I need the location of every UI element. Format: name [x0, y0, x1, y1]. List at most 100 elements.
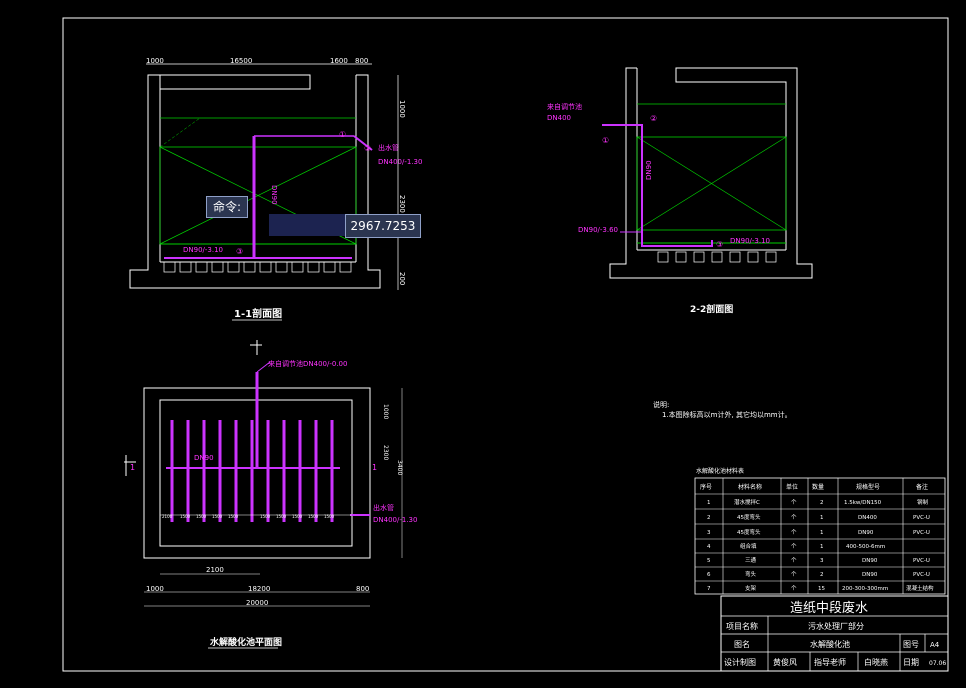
table-cell: 1 [707, 500, 711, 506]
designer-label: 设计制图 [724, 657, 756, 667]
table-cell: DN400 [858, 515, 877, 521]
low-pipe-label: DN90/-3.60 [578, 226, 618, 234]
table-cell: 1.5kw/DN150 [844, 500, 882, 506]
plan-spacing-8: 1500 [308, 514, 319, 519]
plan-section-mark-right: 1 [372, 463, 377, 472]
table-cell: 个 [791, 543, 797, 550]
plan-dim-total: 20000 [246, 599, 268, 607]
cad-drawing-canvas[interactable]: 1000 16500 1600 800 DN90 出水管 DN400/-1.30… [0, 0, 966, 688]
plan-outlet-spec: DN400/-1.30 [373, 516, 417, 524]
table-cell: 弯头 [745, 570, 757, 578]
date-label: 日期 [903, 658, 919, 667]
table-cell: 2 [820, 500, 824, 506]
table-cell: 6 [707, 572, 711, 578]
plan-spacing-4: 1500 [228, 514, 239, 519]
project-value: 污水处理厂部分 [808, 621, 864, 631]
th-1: 材料名称 [738, 483, 762, 491]
advisor-label: 指导老师 [814, 657, 846, 667]
table-cell: 个 [791, 571, 797, 578]
marker-3: ③ [236, 247, 243, 256]
command-prompt-label: 命令: [206, 196, 248, 218]
table-cell: 三通 [745, 556, 757, 564]
table-cell: 组合填 [740, 542, 757, 550]
plan-dim-bottom-3: 800 [356, 585, 369, 593]
plan-dim-right-1: 1000 [382, 404, 389, 419]
table-cell: 7 [707, 586, 711, 592]
notes-line1: 1.本图除标高以m计外, 其它均以mm计。 [662, 410, 792, 419]
dim-top-2: 16500 [230, 57, 252, 65]
outlet-spec-2: DN90/-3.10 [730, 237, 770, 245]
table-cell: 潜水搅拌C [734, 498, 760, 506]
plan-spacing-9: 1500 [324, 514, 335, 519]
dynamic-input-value[interactable]: 2967.7253 [345, 214, 421, 238]
marker-2: ② [364, 144, 371, 153]
sheet-value: A4 [930, 641, 940, 649]
table-cell: 个 [791, 514, 797, 521]
th-3: 数量 [812, 483, 824, 491]
plan-spacing-3: 1500 [212, 514, 223, 519]
table-cell: 1 [820, 544, 824, 550]
table-cell: 45度弯头 [737, 513, 761, 521]
table-cell: 400-500-6mm [846, 544, 885, 550]
plan-spacing-7: 1500 [292, 514, 303, 519]
dim-top-4: 800 [355, 57, 368, 65]
plan-view: 来自调节池DN400/-0.00 DN90 出水管 DN400/-1.30 1 … [124, 340, 417, 649]
plan-dim-bottom-2: 18200 [248, 585, 270, 593]
table-cell: PVC-U [913, 515, 930, 521]
marker-2-1: ① [602, 136, 609, 145]
plan-spacing-0: 2100 [162, 514, 173, 519]
command-input[interactable] [269, 214, 345, 236]
dim-right-2: 2300 [398, 195, 406, 213]
plan-outlet: 出水管 [373, 503, 394, 512]
table-title: 水解酸化池材料表 [696, 467, 744, 475]
plan-section-mark-left: 1 [130, 463, 135, 472]
th-5: 备注 [916, 483, 928, 491]
table-cell: 200-300-300mm [842, 586, 888, 592]
inlet-pipe-label: 来自调节池 [547, 102, 582, 111]
plan-spacing-5: 1500 [260, 514, 271, 519]
section-1-1: 1000 16500 1600 800 DN90 出水管 DN400/-1.30… [129, 57, 422, 321]
project-label: 项目名称 [726, 621, 758, 631]
plan-title: 水解酸化池平面图 [210, 636, 282, 648]
th-0: 序号 [700, 483, 712, 491]
table-cell: 4 [707, 544, 711, 550]
table-cell: 15 [818, 586, 825, 592]
dim-right-3: 200 [398, 272, 406, 285]
table-cell: DN90 [858, 530, 874, 536]
project-title: 造纸中段废水 [790, 600, 868, 616]
title-block: 造纸中段废水 项目名称 污水处理厂部分 图名 水解酸化池 图号 A4 设计制图 … [720, 595, 949, 672]
table-cell: DN90 [862, 558, 878, 564]
drawing-value: 水解酸化池 [810, 639, 850, 649]
inlet-pipe-spec: DN400 [547, 114, 571, 122]
table-cell: 45度弯头 [737, 528, 761, 536]
table-cell: 个 [791, 557, 797, 564]
th-2: 单位 [786, 483, 798, 491]
outlet-label: 出水管 [378, 143, 399, 152]
table-cell: PVC-U [913, 530, 930, 536]
table-cell: 钢制 [917, 498, 929, 506]
notes-heading: 说明: [653, 400, 669, 409]
table-cell: 3 [707, 530, 711, 536]
table-cell: 1 [820, 515, 824, 521]
date-value: 07.06 [929, 660, 946, 667]
section-2-2-title: 2-2剖面图 [690, 303, 733, 315]
table-cell: 2 [820, 572, 824, 578]
plan-spacing-6: 1500 [276, 514, 287, 519]
table-cell: 2 [707, 515, 711, 521]
plan-inlet-text: 来自调节池DN400/-0.00 [268, 359, 347, 368]
plan-dim-right-3: 3400 [396, 460, 403, 475]
table-cell: 个 [791, 499, 797, 506]
plan-dim-bottom-1: 1000 [146, 585, 164, 593]
material-table: 水解酸化池材料表 序号 材料名称 单位 数量 规格型号 备注 1 潜水搅拌C 个… [694, 467, 946, 595]
table-cell: 个 [791, 529, 797, 536]
dim-right-1: 1000 [398, 100, 406, 118]
marker-2-3: ③ [716, 240, 723, 249]
plan-spacing-2: 1500 [196, 514, 207, 519]
sheet-label: 图号 [903, 640, 919, 649]
table-cell: 混凝土结构 [906, 584, 934, 592]
marker-1: ① [339, 130, 346, 139]
table-cell: 5 [707, 558, 711, 564]
outlet-spec: DN400/-1.30 [378, 158, 422, 166]
designer-name: 黄俊风 [773, 657, 797, 667]
table-cell: PVC-U [913, 572, 930, 578]
